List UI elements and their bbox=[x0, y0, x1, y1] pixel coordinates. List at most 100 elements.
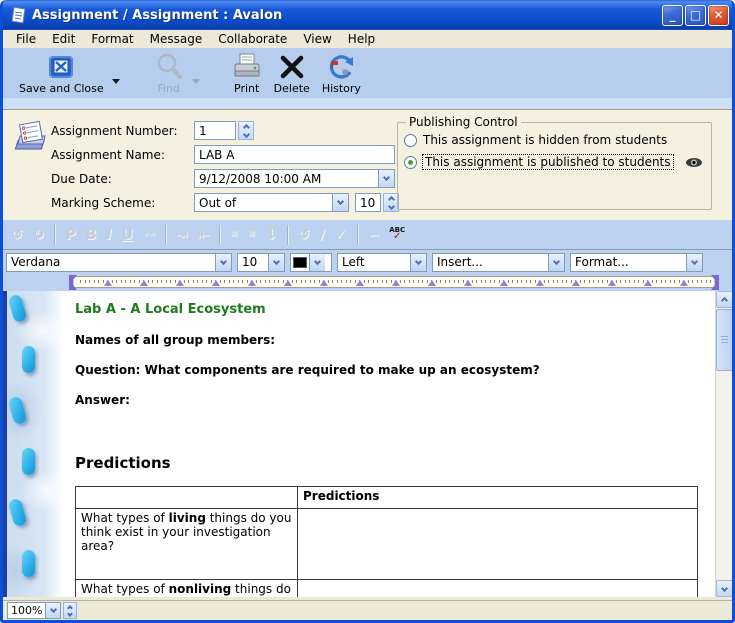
dropdown-icon[interactable] bbox=[410, 254, 426, 271]
font-family-combobox[interactable]: Verdana bbox=[6, 253, 232, 272]
scroll-down-icon[interactable] bbox=[716, 580, 732, 597]
save-and-close-dropdown-caret[interactable] bbox=[112, 79, 120, 84]
menu-help[interactable]: Help bbox=[340, 31, 383, 47]
tab-stop-marker[interactable] bbox=[392, 280, 400, 286]
tab-stop-marker[interactable] bbox=[536, 280, 544, 286]
ruler-tick bbox=[598, 280, 599, 283]
find-icon bbox=[154, 52, 184, 82]
quote-style-icon[interactable]: «» bbox=[143, 230, 155, 239]
tab-stop-marker[interactable] bbox=[464, 280, 472, 286]
ruler-tick bbox=[94, 280, 95, 283]
due-date-dropdown-icon[interactable] bbox=[378, 170, 394, 187]
tab-stop-marker[interactable] bbox=[248, 280, 256, 286]
format-combobox[interactable]: Format... bbox=[570, 253, 703, 272]
tab-stop-marker[interactable] bbox=[140, 280, 148, 286]
tab-stop-marker[interactable] bbox=[320, 280, 328, 286]
menu-file[interactable]: File bbox=[8, 31, 44, 47]
answer-cell[interactable] bbox=[298, 580, 698, 598]
predictions-table: Predictions What types of living things … bbox=[75, 486, 698, 597]
assignment-number-spinner[interactable] bbox=[238, 121, 254, 140]
accept-icon[interactable]: ✓ bbox=[335, 228, 347, 242]
tab-stop-marker[interactable] bbox=[644, 280, 652, 286]
assignment-number-input[interactable]: 1 bbox=[194, 121, 236, 140]
marking-scheme-points-input[interactable]: 10 bbox=[355, 193, 381, 212]
answer-cell[interactable] bbox=[298, 509, 698, 580]
left-indent-marker[interactable] bbox=[69, 275, 77, 290]
tab-stop-marker[interactable] bbox=[176, 280, 184, 286]
font-color-combobox[interactable] bbox=[290, 253, 332, 272]
redo-icon[interactable]: ↻ bbox=[33, 228, 45, 242]
dropdown-icon[interactable] bbox=[215, 254, 231, 271]
hidden-radio-label[interactable]: This assignment is hidden from students bbox=[423, 133, 667, 147]
marking-scheme-dropdown-icon[interactable] bbox=[332, 194, 348, 211]
menu-view[interactable]: View bbox=[295, 31, 339, 47]
published-radio[interactable] bbox=[404, 156, 417, 169]
tab-stop-marker[interactable] bbox=[284, 280, 292, 286]
dropdown-icon[interactable] bbox=[686, 254, 702, 271]
space-before-icon[interactable]: ≡ bbox=[230, 230, 238, 239]
menu-message[interactable]: Message bbox=[142, 31, 211, 47]
published-radio-label[interactable]: This assignment is published to students bbox=[423, 155, 673, 169]
zoom-control[interactable]: 100% bbox=[7, 602, 77, 619]
tab-stop-marker[interactable] bbox=[500, 280, 508, 286]
maximize-button[interactable]: □ bbox=[685, 5, 706, 26]
delete-label: Delete bbox=[274, 82, 310, 95]
tab-stop-marker[interactable] bbox=[572, 280, 580, 286]
zoom-spinner[interactable] bbox=[63, 602, 77, 619]
menu-edit[interactable]: Edit bbox=[44, 31, 83, 47]
toolbar-separator bbox=[54, 225, 55, 245]
save-and-close-button[interactable]: Save and Close bbox=[13, 51, 110, 96]
alignment-combobox[interactable]: Left bbox=[337, 253, 427, 272]
dropdown-icon[interactable] bbox=[309, 254, 325, 271]
scrollbar-thumb[interactable] bbox=[716, 309, 732, 371]
ruler[interactable] bbox=[69, 276, 719, 288]
move-down-icon[interactable]: ↓ bbox=[265, 228, 277, 242]
hidden-radio[interactable] bbox=[404, 134, 417, 147]
signature-icon[interactable]: ∽ bbox=[368, 228, 380, 242]
assignment-name-input[interactable]: LAB A bbox=[194, 145, 395, 164]
spellcheck-icon[interactable]: ABC ✓ bbox=[389, 227, 405, 242]
scroll-up-icon[interactable] bbox=[716, 291, 732, 308]
bold-icon[interactable]: B bbox=[86, 228, 97, 242]
insert-combobox[interactable]: Insert... bbox=[432, 253, 565, 272]
vertical-scrollbar[interactable] bbox=[715, 291, 732, 597]
tab-stop-marker[interactable] bbox=[428, 280, 436, 286]
due-date-combobox[interactable]: 9/12/2008 10:00 AM bbox=[194, 169, 395, 188]
document-editor[interactable]: Lab A - A Local Ecosystem Names of all g… bbox=[3, 291, 732, 597]
print-button[interactable]: Print bbox=[226, 51, 268, 96]
tab-stop-marker[interactable] bbox=[212, 280, 220, 286]
plain-text-icon[interactable]: P bbox=[65, 228, 75, 242]
space-after-icon[interactable]: ≡ bbox=[248, 230, 256, 239]
menu-format[interactable]: Format bbox=[83, 31, 141, 47]
dropdown-icon[interactable] bbox=[268, 254, 284, 271]
revert-icon[interactable]: ↺ bbox=[298, 228, 310, 242]
underline-icon[interactable]: U bbox=[122, 228, 133, 242]
tab-stop-marker[interactable] bbox=[104, 280, 112, 286]
menu-collaborate[interactable]: Collaborate bbox=[210, 31, 295, 47]
tab-stop-marker[interactable] bbox=[680, 280, 688, 286]
right-indent-marker[interactable] bbox=[711, 275, 719, 290]
ruler-tick bbox=[638, 280, 639, 283]
delete-button[interactable]: Delete bbox=[268, 51, 316, 96]
pen-icon[interactable]: ∕ bbox=[320, 228, 325, 242]
ruler-tick bbox=[634, 280, 635, 283]
ruler-tick bbox=[665, 280, 666, 283]
tab-stop-marker[interactable] bbox=[356, 280, 364, 286]
indent-decrease-icon[interactable]: ⇤ bbox=[197, 228, 209, 242]
find-button[interactable]: Find bbox=[148, 51, 190, 96]
assignment-name-label: Assignment Name: bbox=[51, 148, 194, 162]
tab-stop-marker[interactable] bbox=[608, 280, 616, 286]
indent-increase-icon[interactable]: ⇥ bbox=[176, 228, 188, 242]
marking-scheme-combobox[interactable]: Out of bbox=[194, 193, 349, 212]
minimize-button[interactable]: _ bbox=[662, 5, 683, 26]
undo-icon[interactable]: ↺ bbox=[11, 228, 23, 242]
history-button[interactable]: History bbox=[316, 51, 367, 96]
find-dropdown-caret[interactable] bbox=[192, 79, 200, 84]
ruler-tick bbox=[350, 280, 351, 283]
zoom-dropdown-icon[interactable] bbox=[46, 602, 61, 619]
dropdown-icon[interactable] bbox=[548, 254, 564, 271]
font-size-combobox[interactable]: 10 bbox=[237, 253, 285, 272]
question-line: Question: What components are required t… bbox=[75, 363, 712, 377]
italic-icon[interactable]: I bbox=[106, 228, 111, 242]
close-button[interactable]: ✕ bbox=[708, 5, 729, 26]
